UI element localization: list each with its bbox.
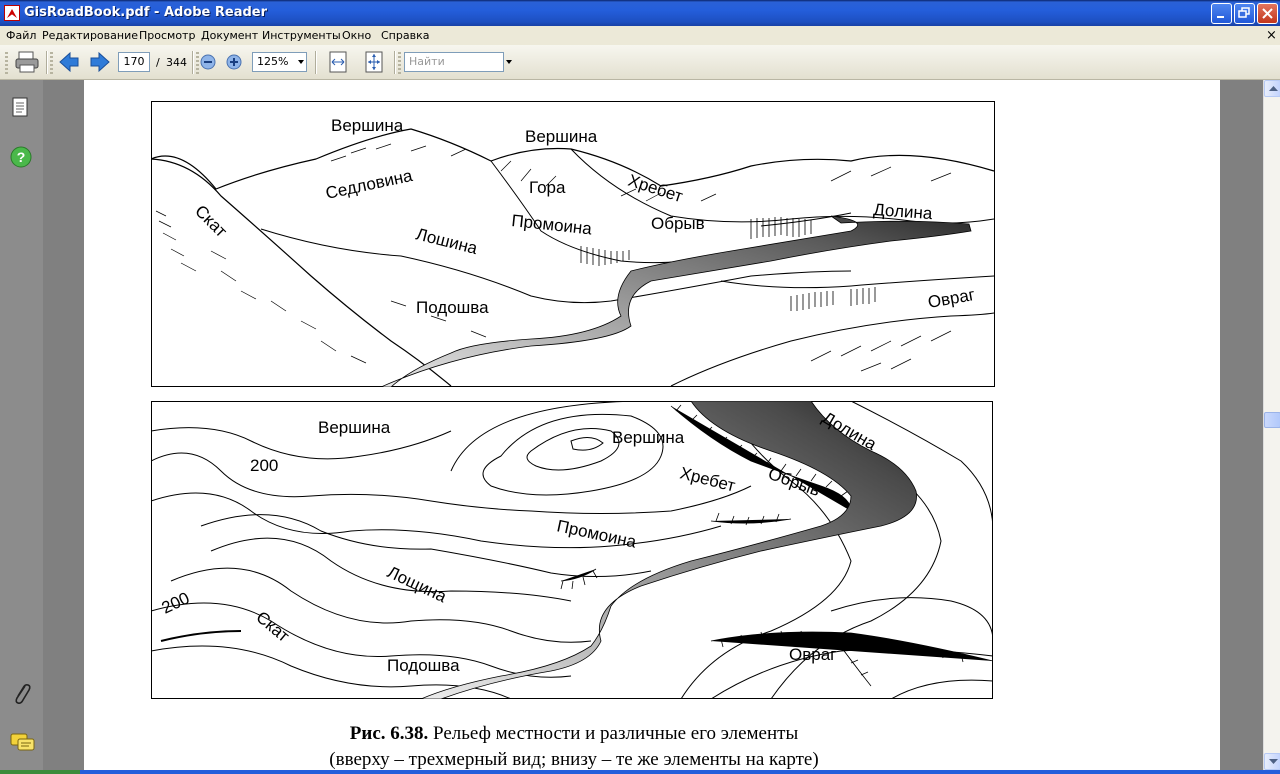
scroll-up-button[interactable] [1264, 80, 1280, 97]
adobe-reader-window: GisRoadBook.pdf - Adobe Reader Файл Реда… [0, 0, 1280, 774]
vertical-scrollbar[interactable] [1263, 80, 1280, 774]
find-dropdown-icon[interactable] [506, 60, 512, 64]
fit-width-icon[interactable] [328, 50, 348, 74]
scroll-down-button[interactable] [1264, 753, 1280, 770]
page-number-input[interactable]: 170 [118, 52, 150, 72]
close-button[interactable] [1257, 3, 1278, 24]
map-label-ovrag: Овраг [789, 645, 836, 664]
printer-icon[interactable] [14, 50, 40, 74]
minimize-icon [1217, 16, 1224, 18]
toolbar-grip[interactable] [196, 52, 199, 74]
map-label-podoshva: Подошва [387, 656, 460, 675]
maximize-button[interactable] [1234, 3, 1255, 24]
attachment-icon[interactable] [10, 681, 32, 707]
toolbar-grip[interactable] [5, 52, 8, 74]
zoom-in-icon[interactable] [226, 54, 242, 70]
caption-line-1: Рис. 6.38. Рельеф местности и различные … [214, 721, 934, 747]
page-separator: / [156, 56, 160, 69]
title-bar: GisRoadBook.pdf - Adobe Reader [0, 0, 1280, 26]
caption-title: Рельеф местности и различные его элемент… [428, 723, 799, 744]
map-label-vershina-1: Вершина [318, 418, 391, 437]
arrow-right-icon[interactable] [89, 50, 111, 74]
menu-view[interactable]: Просмотр [139, 29, 195, 42]
document-close-button[interactable]: × [1266, 28, 1277, 43]
help-icon[interactable]: ? [10, 146, 32, 168]
scroll-thumb[interactable] [1264, 412, 1280, 428]
svg-text:?: ? [17, 149, 26, 165]
close-icon [1262, 8, 1273, 19]
label-vershina-2: Вершина [525, 127, 598, 146]
label-podoshva: Подошва [416, 298, 489, 317]
map-label-vershina-2: Вершина [612, 428, 685, 447]
chevron-down-icon [298, 60, 304, 64]
pages-icon[interactable] [10, 96, 32, 120]
comments-icon[interactable] [10, 732, 36, 754]
total-pages: 344 [166, 56, 187, 69]
relief-3d-figure: Вершина Вершина Седловина Гора Хребет Ск… [151, 101, 995, 387]
chevron-down-icon [1269, 759, 1278, 764]
toolbar-separator [394, 51, 395, 74]
minimize-button[interactable] [1211, 3, 1232, 24]
menu-tools[interactable]: Инструменты [262, 29, 341, 42]
toolbar-grip[interactable] [50, 52, 53, 74]
toolbar: 170 / 344 125% Найти [0, 45, 1280, 80]
label-obryv: Обрыв [651, 214, 705, 233]
menu-document[interactable]: Документ [201, 29, 258, 42]
label-gora: Гора [529, 178, 566, 197]
chevron-up-icon [1269, 86, 1278, 91]
toolbar-separator [46, 51, 47, 74]
fit-page-icon[interactable] [364, 50, 384, 74]
menu-help[interactable]: Справка [381, 29, 429, 42]
map-label-contour-200-a: 200 [250, 456, 278, 475]
taskbar-edge [0, 770, 1280, 774]
label-vershina-1: Вершина [331, 116, 404, 135]
toolbar-grip[interactable] [398, 52, 401, 74]
toolbar-separator [315, 51, 316, 74]
navigation-pane: ? [0, 80, 43, 774]
restore-icon [1238, 7, 1250, 18]
pdf-app-icon [4, 5, 20, 21]
arrow-left-icon[interactable] [58, 50, 80, 74]
caption-figure-number: Рис. 6.38. [349, 723, 429, 744]
menu-bar: Файл Редактирование Просмотр Документ Ин… [0, 26, 1280, 45]
zoom-out-icon[interactable] [200, 54, 216, 70]
figure-caption: Рис. 6.38. Рельеф местности и различные … [214, 721, 934, 773]
relief-map-figure: Вершина Вершина 200 200 Долина Хребет Об… [151, 401, 993, 699]
zoom-select[interactable]: 125% [252, 52, 307, 72]
menu-file[interactable]: Файл [6, 29, 36, 42]
find-input[interactable]: Найти [404, 52, 504, 72]
menu-window[interactable]: Окно [342, 29, 371, 42]
menu-edit[interactable]: Редактирование [42, 29, 138, 42]
window-title: GisRoadBook.pdf - Adobe Reader [24, 5, 268, 20]
toolbar-separator [192, 51, 193, 74]
zoom-value: 125% [257, 55, 289, 68]
